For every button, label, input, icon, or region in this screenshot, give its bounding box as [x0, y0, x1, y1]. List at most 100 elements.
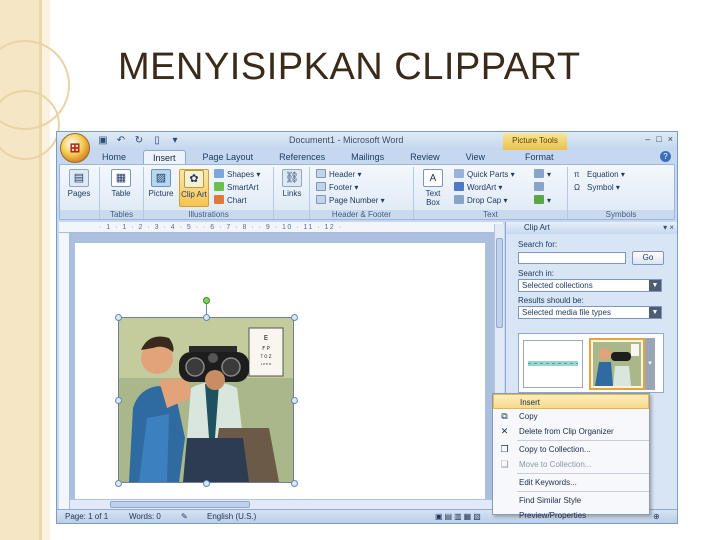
status-page[interactable]: Page: 1 of 1: [65, 510, 108, 523]
page-number-button[interactable]: Page Number ▾: [316, 195, 385, 207]
table-button[interactable]: ▦ Table: [106, 169, 136, 198]
omega-icon: Ω: [574, 183, 580, 192]
resize-handle-bottom[interactable]: [203, 480, 210, 487]
results-type-select[interactable]: Selected media file types ▼: [518, 306, 662, 319]
tab-view[interactable]: View: [457, 150, 494, 164]
header-button[interactable]: Header ▾: [316, 169, 362, 181]
clip-art-button[interactable]: ✿ Clip Art: [179, 169, 209, 207]
menu-separator: [517, 473, 649, 474]
new-doc-icon[interactable]: ▯: [151, 135, 163, 147]
resize-handle-left[interactable]: [115, 397, 122, 404]
go-button[interactable]: Go: [632, 251, 664, 265]
tab-page-layout[interactable]: Page Layout: [194, 150, 263, 164]
footer-label: Footer: [329, 183, 353, 192]
resize-handle-bottom-right[interactable]: [291, 480, 298, 487]
wordart-icon: [454, 182, 464, 191]
undo-icon[interactable]: ↶: [115, 135, 127, 147]
status-language[interactable]: English (U.S.): [207, 510, 256, 523]
close-button[interactable]: ×: [668, 134, 673, 144]
wordart-button[interactable]: WordArt ▾: [454, 182, 502, 194]
ribbon-tabs: Home Insert Page Layout References Maili…: [93, 150, 571, 164]
menu-item-copy[interactable]: ⧉ Copy: [493, 409, 649, 424]
menu-item-insert[interactable]: Insert: [493, 394, 649, 409]
copy-icon: ⧉: [501, 411, 508, 421]
inserted-clip-art[interactable]: E F P T O Z L P E D: [118, 317, 294, 483]
menu-item-delete[interactable]: ✕ Delete from Clip Organizer: [493, 424, 649, 439]
drop-cap-button[interactable]: Drop Cap ▾: [454, 195, 508, 207]
links-button[interactable]: ⛓ Links: [277, 169, 307, 198]
picture-button[interactable]: ▨ Picture: [146, 169, 176, 198]
menu-item-label: Preview/Properties: [519, 511, 587, 520]
text-box-icon: A: [423, 169, 443, 187]
thumbnail-dropdown-icon[interactable]: ▾: [645, 338, 655, 390]
zoom-in-icon[interactable]: ⊕: [653, 510, 660, 523]
tab-insert[interactable]: Insert: [143, 150, 186, 164]
search-input[interactable]: [518, 252, 626, 264]
resize-handle-bottom-left[interactable]: [115, 480, 122, 487]
vertical-ruler[interactable]: [59, 233, 70, 509]
proofing-icon[interactable]: ✎: [181, 510, 188, 523]
resize-handle-top-left[interactable]: [115, 314, 122, 321]
window-title: Document1 - Microsoft Word: [289, 135, 404, 145]
collection-icon: ❐: [500, 444, 509, 454]
group-label-header-footer: Header & Footer: [310, 210, 413, 219]
clip-result-thumbnail-selected[interactable]: [589, 338, 645, 390]
menu-item-copy-to-collection[interactable]: ❐ Copy to Collection...: [493, 442, 649, 457]
menu-item-find-similar-style[interactable]: Find Similar Style: [493, 493, 649, 508]
signature-line-icon: [534, 169, 544, 178]
horizontal-scroll-thumb[interactable]: [110, 501, 250, 508]
svg-text:E: E: [264, 334, 268, 342]
smartart-label: SmartArt: [227, 183, 259, 192]
drop-cap-icon: [454, 195, 464, 204]
document-page[interactable]: E F P T O Z L P E D: [75, 243, 485, 509]
vertical-scroll-thumb[interactable]: [496, 238, 503, 328]
symbol-button[interactable]: Ω Symbol ▾: [574, 182, 620, 194]
maximize-button[interactable]: □: [656, 134, 661, 144]
quick-parts-button[interactable]: Quick Parts ▾: [454, 169, 515, 181]
tab-mailings[interactable]: Mailings: [342, 150, 393, 164]
search-in-select[interactable]: Selected collections ▼: [518, 279, 662, 292]
header-icon: [316, 169, 326, 178]
pages-button[interactable]: ▤ Pages: [64, 169, 94, 198]
signature-line-button[interactable]: ▾: [534, 169, 551, 181]
help-icon[interactable]: ?: [660, 151, 671, 162]
menu-separator: [517, 491, 649, 492]
customize-qat-icon[interactable]: ▾: [169, 135, 181, 147]
horizontal-ruler[interactable]: · 1 · 1 · 2 · 3 · 4 · 5 · · 6 · 7 · 8 · …: [59, 222, 503, 233]
resize-handle-top[interactable]: [203, 314, 210, 321]
rotation-handle[interactable]: [203, 297, 210, 304]
tab-review[interactable]: Review: [401, 150, 449, 164]
status-words[interactable]: Words: 0: [129, 510, 161, 523]
resize-handle-right[interactable]: [291, 397, 298, 404]
menu-item-edit-keywords[interactable]: Edit Keywords...: [493, 475, 649, 490]
smartart-button[interactable]: SmartArt: [214, 182, 259, 194]
task-pane-close-icon[interactable]: ▾ ×: [663, 222, 674, 234]
group-links: ⛓ Links: [274, 167, 310, 219]
tab-references[interactable]: References: [270, 150, 334, 164]
chart-button[interactable]: Chart: [214, 195, 247, 207]
redo-icon[interactable]: ↻: [133, 135, 145, 147]
office-button[interactable]: ⊞: [60, 133, 90, 163]
tab-home[interactable]: Home: [93, 150, 135, 164]
page-number-label: Page Number: [329, 196, 379, 205]
footer-button[interactable]: Footer ▾: [316, 182, 358, 194]
shapes-button[interactable]: Shapes ▾: [214, 169, 260, 181]
view-buttons[interactable]: ▣▤▥▦▧: [435, 510, 483, 523]
chevron-down-icon[interactable]: ▼: [649, 280, 661, 291]
menu-item-preview-properties[interactable]: Preview/Properties: [493, 508, 649, 523]
save-icon[interactable]: ▣: [97, 135, 109, 147]
picture-label: Picture: [148, 189, 174, 198]
horizontal-scrollbar[interactable]: [70, 499, 494, 509]
text-box-button[interactable]: A Text Box: [418, 169, 448, 207]
date-time-button[interactable]: [534, 182, 547, 194]
equation-button[interactable]: π Equation ▾: [574, 169, 625, 181]
object-button[interactable]: ▾: [534, 195, 551, 207]
minimize-button[interactable]: –: [645, 134, 650, 144]
group-label-text: Text: [414, 210, 567, 219]
resize-handle-top-right[interactable]: [291, 314, 298, 321]
drop-cap-label: Drop Cap: [467, 196, 502, 205]
smartart-icon: [214, 182, 224, 191]
tab-format[interactable]: Format: [516, 150, 563, 164]
clip-result-thumbnail[interactable]: [523, 340, 583, 388]
chevron-down-icon[interactable]: ▼: [649, 307, 661, 318]
